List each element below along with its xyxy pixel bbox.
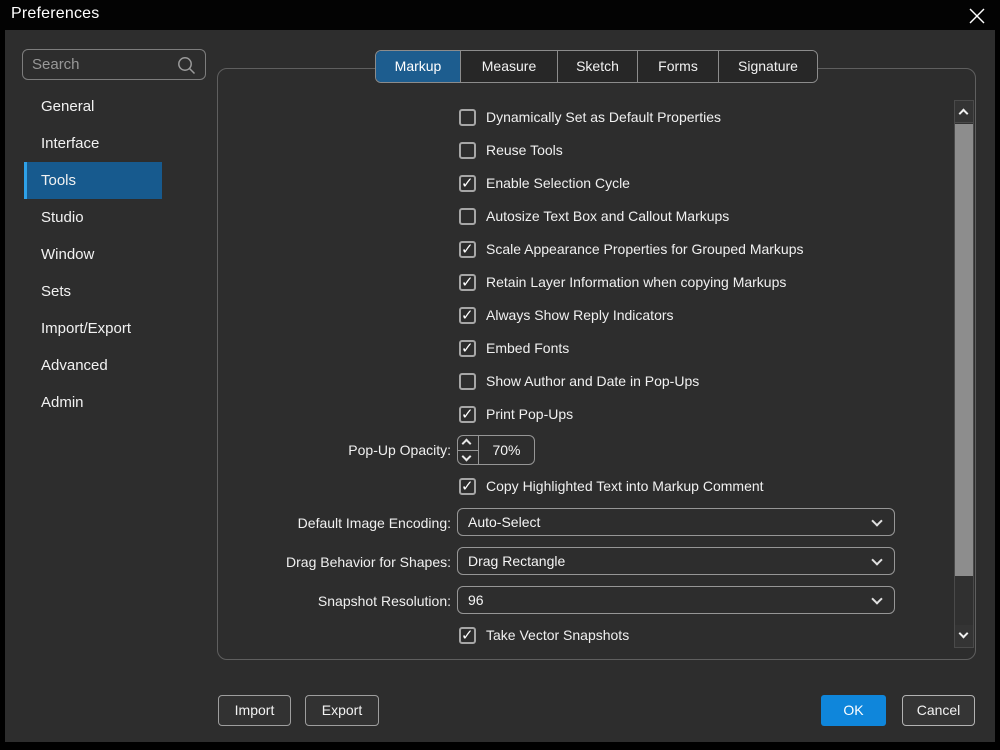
checkbox[interactable]: ✓: [459, 340, 476, 357]
sidebar-item-studio[interactable]: Studio: [24, 199, 162, 236]
sidebar-item-advanced[interactable]: Advanced: [24, 347, 162, 384]
sidebar-item-import-export[interactable]: Import/Export: [24, 310, 162, 347]
cancel-button[interactable]: Cancel: [902, 695, 975, 726]
search-icon: [176, 55, 197, 81]
drag-behavior-for-shapes-dropdown[interactable]: Drag Rectangle: [457, 547, 895, 575]
tab-sketch[interactable]: Sketch: [558, 51, 638, 82]
checkbox[interactable]: [459, 208, 476, 225]
import-button[interactable]: Import: [218, 695, 291, 726]
checkbox-row-copy-highlighted[interactable]: ✓ Copy Highlighted Text into Markup Comm…: [459, 470, 764, 502]
checkbox[interactable]: ✓: [459, 627, 476, 644]
sidebar-item-admin[interactable]: Admin: [24, 384, 162, 421]
checkbox[interactable]: [459, 373, 476, 390]
chevron-up-icon: [462, 439, 472, 449]
checkbox-label: Print Pop-Ups: [486, 406, 573, 422]
titlebar: Preferences: [0, 0, 1000, 30]
tabstrip: MarkupMeasureSketchFormsSignature: [375, 50, 818, 83]
checkbox-row-reuse-tools[interactable]: Reuse Tools: [459, 134, 563, 166]
scrollbar-down-button[interactable]: [955, 625, 973, 647]
checkmark-icon: ✓: [461, 174, 474, 193]
checkbox-label: Copy Highlighted Text into Markup Commen…: [486, 478, 764, 494]
checkbox-row-dynamically-set-as-default-properties[interactable]: Dynamically Set as Default Properties: [459, 101, 721, 133]
checkmark-icon: ✓: [461, 339, 474, 358]
stepper-arrows: [458, 436, 479, 464]
checkbox-label: Take Vector Snapshots: [486, 627, 629, 643]
checkmark-icon: ✓: [461, 405, 474, 424]
scrollbar-up-button[interactable]: [955, 101, 973, 123]
snapshot-resolution-dropdown[interactable]: 96: [457, 586, 895, 614]
sidebar-item-window[interactable]: Window: [24, 236, 162, 273]
checkbox[interactable]: [459, 109, 476, 126]
checkbox-row-show-author-and-date-in-pop-ups[interactable]: Show Author and Date in Pop-Ups: [459, 365, 699, 397]
window-title: Preferences: [11, 5, 99, 23]
scrollbar-thumb[interactable]: [955, 124, 973, 576]
checkmark-icon: ✓: [461, 477, 474, 496]
checkbox-label: Scale Appearance Properties for Grouped …: [486, 241, 804, 257]
tab-markup[interactable]: Markup: [376, 51, 461, 82]
checkbox[interactable]: ✓: [459, 274, 476, 291]
stepper-down-button[interactable]: [458, 451, 478, 465]
stepper-up-button[interactable]: [458, 436, 478, 451]
close-icon[interactable]: [967, 6, 987, 26]
checkbox-row-scale-appearance-properties-for-grouped-markups[interactable]: ✓ Scale Appearance Properties for Grouped…: [459, 233, 804, 265]
popup-opacity-stepper[interactable]: 70%: [457, 435, 535, 465]
popup-opacity-label: Pop-Up Opacity:: [215, 442, 451, 458]
checkbox-row-retain-layer-information-when-copying-markups[interactable]: ✓ Retain Layer Information when copying M…: [459, 266, 786, 298]
export-button[interactable]: Export: [305, 695, 379, 726]
sidebar-item-sets[interactable]: Sets: [24, 273, 162, 310]
checkbox-label: Always Show Reply Indicators: [486, 307, 674, 323]
default-image-encoding-label: Default Image Encoding:: [215, 515, 451, 531]
search-box: [22, 49, 206, 80]
checkbox-label: Reuse Tools: [486, 142, 563, 158]
preferences-window: Preferences GeneralInterfaceToolsStudioW…: [0, 0, 1000, 750]
checkbox-label: Autosize Text Box and Callout Markups: [486, 208, 729, 224]
checkbox-label: Dynamically Set as Default Properties: [486, 109, 721, 125]
checkbox-row-autosize-text-box-and-callout-markups[interactable]: Autosize Text Box and Callout Markups: [459, 200, 729, 232]
drag-behavior-for-shapes-label: Drag Behavior for Shapes:: [215, 554, 451, 570]
checkmark-icon: ✓: [461, 273, 474, 292]
checkbox-row-print-pop-ups[interactable]: ✓ Print Pop-Ups: [459, 398, 573, 430]
checkbox-row-embed-fonts[interactable]: ✓ Embed Fonts: [459, 332, 569, 364]
snapshot-resolution-label: Snapshot Resolution:: [215, 593, 451, 609]
vertical-scrollbar[interactable]: [954, 100, 974, 648]
checkmark-icon: ✓: [461, 306, 474, 325]
chevron-down-icon: [462, 451, 472, 461]
checkmark-icon: ✓: [461, 240, 474, 259]
sidebar-item-general[interactable]: General: [24, 88, 162, 125]
tab-measure[interactable]: Measure: [461, 51, 558, 82]
checkbox-row-always-show-reply-indicators[interactable]: ✓ Always Show Reply Indicators: [459, 299, 674, 331]
checkbox[interactable]: ✓: [459, 307, 476, 324]
checkmark-icon: ✓: [461, 626, 474, 645]
chevron-down-icon: [959, 629, 969, 639]
dialog-body: GeneralInterfaceToolsStudioWindowSetsImp…: [5, 30, 995, 742]
checkbox-row-enable-selection-cycle[interactable]: ✓ Enable Selection Cycle: [459, 167, 630, 199]
chevron-down-icon: [871, 593, 882, 604]
ok-button[interactable]: OK: [821, 695, 886, 726]
checkbox[interactable]: ✓: [459, 175, 476, 192]
chevron-down-icon: [871, 554, 882, 565]
checkbox[interactable]: ✓: [459, 241, 476, 258]
popup-opacity-value[interactable]: 70%: [479, 436, 534, 464]
checkbox-row-take-vector-snapshots[interactable]: ✓ Take Vector Snapshots: [459, 619, 629, 651]
checkbox-label: Enable Selection Cycle: [486, 175, 630, 191]
search-input[interactable]: [32, 50, 177, 79]
checkbox-label: Embed Fonts: [486, 340, 569, 356]
chevron-up-icon: [959, 109, 969, 119]
sidebar-item-interface[interactable]: Interface: [24, 125, 162, 162]
sidebar-item-tools[interactable]: Tools: [24, 162, 162, 199]
default-image-encoding-dropdown[interactable]: Auto-Select: [457, 508, 895, 536]
tab-forms[interactable]: Forms: [638, 51, 719, 82]
checkbox[interactable]: ✓: [459, 478, 476, 495]
checkbox[interactable]: [459, 142, 476, 159]
sidebar: GeneralInterfaceToolsStudioWindowSetsImp…: [24, 88, 174, 421]
checkbox-label: Retain Layer Information when copying Ma…: [486, 274, 786, 290]
checkbox[interactable]: ✓: [459, 406, 476, 423]
checkbox-label: Show Author and Date in Pop-Ups: [486, 373, 699, 389]
chevron-down-icon: [871, 515, 882, 526]
tab-signature[interactable]: Signature: [719, 51, 817, 82]
